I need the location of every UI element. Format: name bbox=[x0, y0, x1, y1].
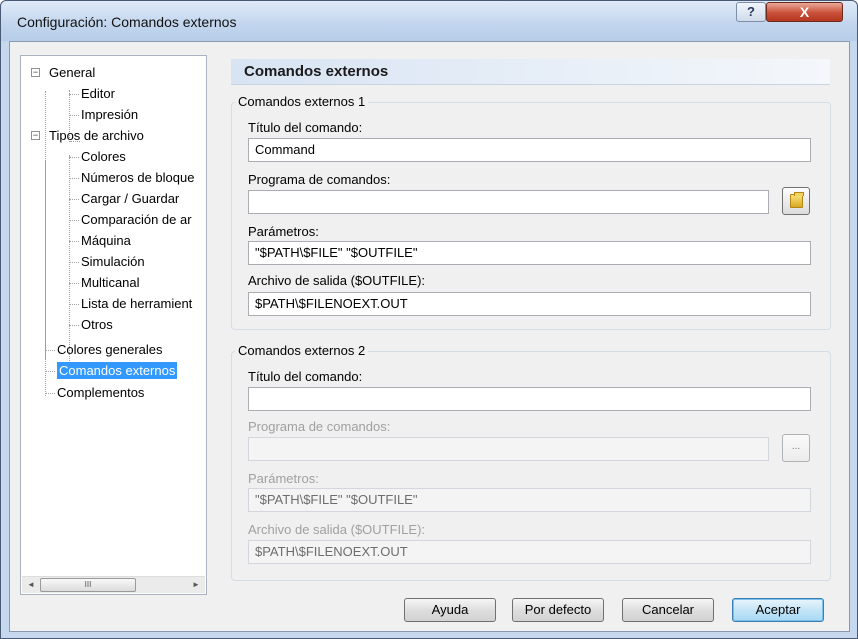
ellipsis-icon: ... bbox=[791, 441, 801, 452]
command-title-label: Título del comando: bbox=[248, 369, 363, 384]
scroll-right-icon[interactable]: ► bbox=[189, 578, 203, 592]
group-legend: Comandos externos 1 bbox=[235, 94, 369, 109]
panel-header: Comandos externos bbox=[231, 59, 830, 85]
browse-program-button[interactable]: ... bbox=[782, 434, 810, 462]
tree-item-simulacion[interactable]: Simulación bbox=[69, 252, 145, 272]
tree-item-label: Simulación bbox=[81, 254, 145, 269]
tree-item-otros[interactable]: Otros bbox=[69, 315, 113, 335]
output-file-label: Archivo de salida ($OUTFILE): bbox=[248, 522, 426, 537]
external-command-1-group: Comandos externos 1 Título del comando: … bbox=[231, 94, 831, 330]
window-title: Configuración: Comandos externos bbox=[17, 14, 237, 30]
tree-item-label: Máquina bbox=[81, 233, 131, 248]
tree-item-label: Complementos bbox=[57, 385, 145, 400]
parameters-input[interactable]: "$PATH\$FILE" "$OUTFILE" bbox=[248, 241, 811, 265]
tree-item-label: Lista de herramient bbox=[81, 296, 193, 311]
output-file-input[interactable]: $PATH\$FILENOEXT.OUT bbox=[248, 540, 811, 564]
tree-item-lista-de-herramientas[interactable]: Lista de herramient bbox=[69, 294, 193, 314]
output-file-label: Archivo de salida ($OUTFILE): bbox=[248, 273, 426, 288]
panel-title: Comandos externos bbox=[244, 63, 389, 80]
tree-item-label: Multicanal bbox=[81, 275, 140, 290]
cancel-button[interactable]: Cancelar bbox=[622, 598, 714, 622]
browse-program-button[interactable] bbox=[782, 187, 810, 215]
command-program-label: Programa de comandos: bbox=[248, 419, 391, 434]
tree-item-multicanal[interactable]: Multicanal bbox=[69, 273, 140, 293]
tree-item-label: Cargar / Guardar bbox=[81, 191, 180, 206]
tree-item-label: Impresión bbox=[81, 107, 139, 122]
parameters-label: Parámetros: bbox=[248, 471, 319, 486]
tree-item-maquina[interactable]: Máquina bbox=[69, 231, 131, 251]
tree-item-numeros-de-bloque[interactable]: Números de bloque bbox=[69, 168, 195, 188]
scroll-thumb[interactable]: III bbox=[40, 578, 136, 592]
accept-button[interactable]: Aceptar bbox=[732, 598, 824, 622]
settings-dialog: Configuración: Comandos externos ? X − G… bbox=[0, 0, 858, 639]
external-command-2-group: Comandos externos 2 Título del comando: … bbox=[231, 343, 831, 581]
scroll-left-icon[interactable]: ◄ bbox=[24, 578, 38, 592]
help-button[interactable]: Ayuda bbox=[404, 598, 496, 622]
tree-item-label: Comparación de ar bbox=[81, 212, 192, 227]
tree-item-label: Números de bloque bbox=[81, 170, 195, 185]
command-program-input[interactable] bbox=[248, 437, 769, 461]
collapse-icon[interactable]: − bbox=[31, 131, 40, 140]
tree-item-comparacion[interactable]: Comparación de ar bbox=[69, 210, 192, 230]
tree-item-label: Colores generales bbox=[57, 342, 163, 357]
tree-item-label: Comandos externos bbox=[57, 362, 178, 379]
command-program-label: Programa de comandos: bbox=[248, 172, 391, 187]
tree-item-colores-generales[interactable]: Colores generales bbox=[45, 340, 163, 360]
close-icon[interactable]: X bbox=[766, 2, 843, 22]
category-tree[interactable]: − General Editor Impresión − Tipos de ar… bbox=[20, 55, 207, 595]
command-title-input[interactable]: Command bbox=[248, 138, 811, 162]
parameters-input[interactable]: "$PATH\$FILE" "$OUTFILE" bbox=[248, 488, 811, 512]
group-legend: Comandos externos 2 bbox=[235, 343, 369, 358]
output-file-input[interactable]: $PATH\$FILENOEXT.OUT bbox=[248, 292, 811, 316]
tree-horizontal-scrollbar[interactable]: ◄ III ► bbox=[22, 576, 205, 593]
command-title-label: Título del comando: bbox=[248, 120, 363, 135]
tree-item-colores[interactable]: Colores bbox=[69, 147, 126, 167]
command-title-input[interactable] bbox=[248, 387, 811, 411]
tree-item-impresion[interactable]: Impresión bbox=[69, 105, 139, 125]
collapse-icon[interactable]: − bbox=[31, 68, 40, 77]
tree-item-editor[interactable]: Editor bbox=[69, 84, 115, 104]
title-bar[interactable]: Configuración: Comandos externos ? X bbox=[1, 1, 857, 41]
tree-item-comandos-externos[interactable]: Comandos externos bbox=[45, 361, 178, 381]
command-program-input[interactable] bbox=[248, 190, 769, 214]
defaults-button[interactable]: Por defecto bbox=[512, 598, 604, 622]
tree-item-label: Otros bbox=[81, 317, 113, 332]
dialog-body: − General Editor Impresión − Tipos de ar… bbox=[9, 41, 850, 632]
tree-item-label: Editor bbox=[81, 86, 115, 101]
tree-item-label: Tipos de archivo bbox=[49, 128, 144, 143]
tree-item-cargar-guardar[interactable]: Cargar / Guardar bbox=[69, 189, 180, 209]
tree-item-complementos[interactable]: Complementos bbox=[45, 383, 145, 403]
folder-icon bbox=[790, 192, 804, 208]
tree-item-label: General bbox=[49, 65, 96, 80]
tree-item-label: Colores bbox=[81, 149, 126, 164]
parameters-label: Parámetros: bbox=[248, 224, 319, 239]
help-icon[interactable]: ? bbox=[736, 2, 766, 22]
